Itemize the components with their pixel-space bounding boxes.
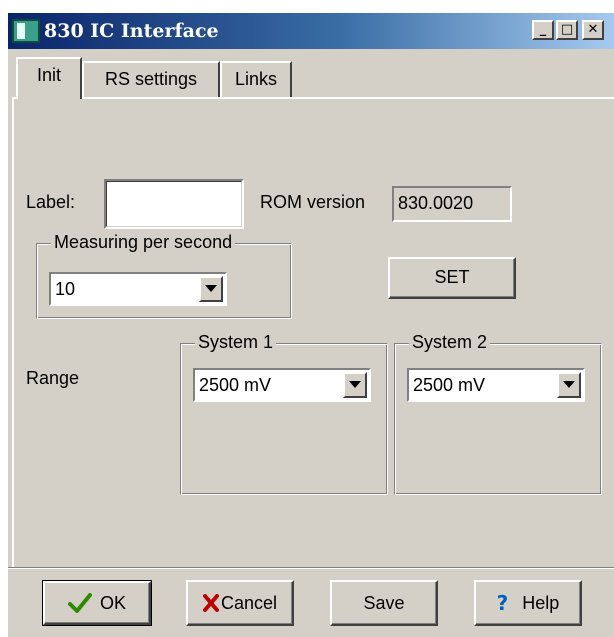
ok-label: OK bbox=[99, 592, 126, 613]
help-question-icon: ? bbox=[496, 591, 509, 615]
window-title: 830 IC Interface bbox=[44, 20, 219, 42]
close-icon: ✕ bbox=[587, 22, 599, 37]
system-1-select[interactable]: 2500 mV bbox=[193, 368, 371, 402]
label-caption: Label: bbox=[26, 192, 76, 212]
tab-init[interactable]: Init bbox=[16, 57, 82, 99]
minimize-icon: _ bbox=[539, 22, 547, 37]
minimize-button[interactable]: _ bbox=[532, 20, 554, 40]
measuring-dropdown-button[interactable] bbox=[199, 276, 223, 302]
app-icon[interactable] bbox=[12, 19, 40, 43]
cancel-label: Cancel bbox=[220, 592, 278, 613]
chevron-down-icon bbox=[349, 381, 361, 388]
range-caption: Range bbox=[26, 368, 80, 388]
help-button[interactable]: ? Help bbox=[474, 580, 582, 626]
save-button[interactable]: Save bbox=[330, 580, 438, 626]
tab-rs-settings[interactable]: RS settings bbox=[82, 61, 220, 97]
chevron-down-icon bbox=[205, 285, 217, 292]
system-1-dropdown-button[interactable] bbox=[343, 372, 367, 398]
cancel-x-icon bbox=[202, 594, 219, 612]
system-2-dropdown-button[interactable] bbox=[557, 372, 581, 398]
system-2-select[interactable]: 2500 mV bbox=[407, 368, 585, 402]
ok-button[interactable]: OK bbox=[43, 581, 151, 625]
dialog-window: 830 IC Interface _ □ ✕ Init RS settings … bbox=[8, 13, 614, 637]
title-bar[interactable]: 830 IC Interface _ □ ✕ bbox=[8, 13, 614, 49]
measuring-select[interactable]: 10 bbox=[49, 272, 227, 306]
measuring-per-second-group: Measuring per second 10 bbox=[36, 232, 292, 319]
rom-version-caption: ROM version bbox=[260, 192, 366, 212]
help-label: Help bbox=[522, 592, 560, 613]
rom-version-field: 830.0020 bbox=[392, 186, 512, 222]
save-label: Save bbox=[363, 592, 405, 613]
measuring-group-title: Measuring per second bbox=[51, 232, 236, 253]
label-input[interactable] bbox=[104, 179, 244, 229]
system-2-group: System 2 2500 mV bbox=[394, 332, 602, 495]
system-1-group-title: System 1 bbox=[195, 332, 277, 353]
chevron-down-icon bbox=[563, 381, 575, 388]
cancel-button[interactable]: Cancel bbox=[186, 580, 294, 626]
set-button[interactable]: SET bbox=[388, 257, 516, 299]
checkmark-icon bbox=[67, 593, 92, 613]
system-1-group: System 1 2500 mV bbox=[180, 332, 388, 495]
tab-page-init bbox=[12, 97, 614, 567]
maximize-button[interactable]: □ bbox=[556, 20, 578, 40]
system-2-group-title: System 2 bbox=[409, 332, 491, 353]
bottom-divider bbox=[8, 567, 614, 569]
maximize-icon: □ bbox=[560, 22, 574, 37]
close-button[interactable]: ✕ bbox=[582, 20, 604, 40]
tab-links[interactable]: Links bbox=[220, 61, 292, 97]
